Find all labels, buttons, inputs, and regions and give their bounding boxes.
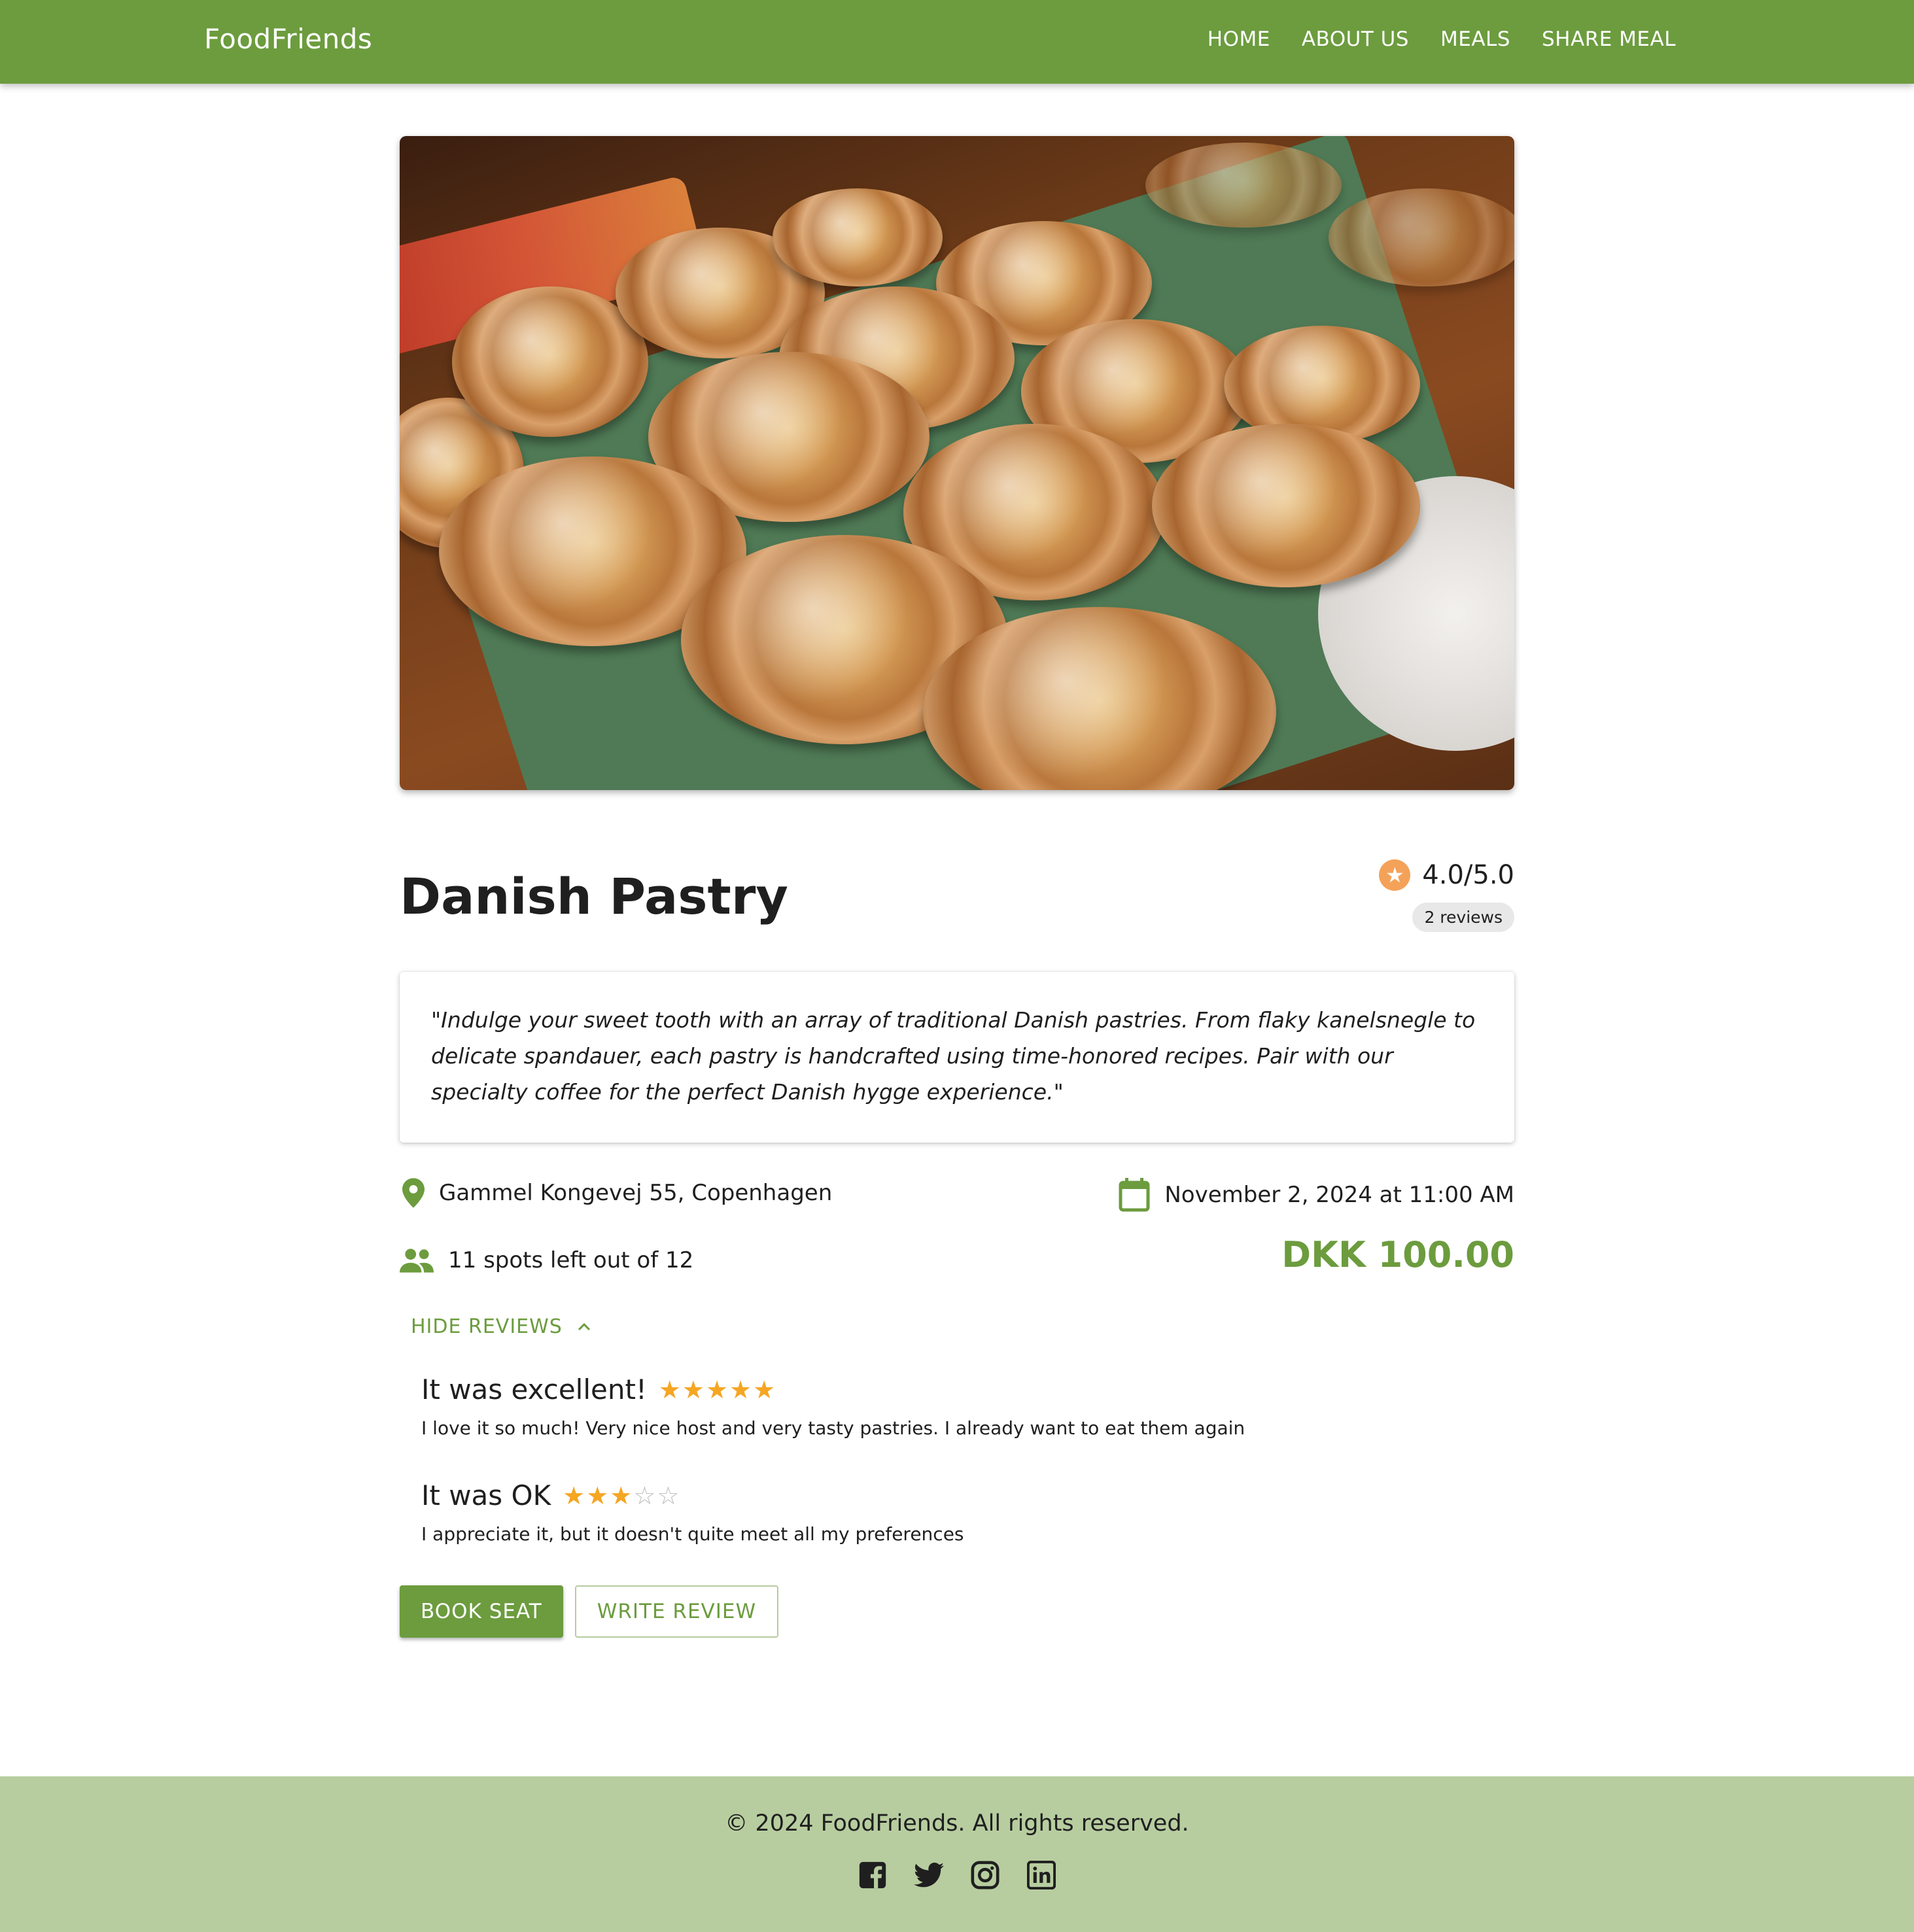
meal-info: Gammel Kongevej 55, Copenhagen November … bbox=[400, 1169, 1514, 1300]
social-links bbox=[0, 1860, 1914, 1890]
people-icon bbox=[400, 1249, 434, 1273]
twitter-icon[interactable] bbox=[914, 1860, 944, 1890]
rating-line: ★ 4.0/5.0 bbox=[1379, 855, 1514, 895]
review-stars: ★ ★ ★ ☆ ☆ bbox=[563, 1483, 679, 1508]
star-filled-icon: ★ bbox=[563, 1481, 585, 1510]
star-filled-icon: ★ bbox=[729, 1375, 752, 1404]
review-title: It was OK bbox=[421, 1479, 551, 1511]
instagram-icon[interactable] bbox=[970, 1860, 1000, 1890]
location-pin-icon bbox=[402, 1178, 425, 1208]
location-text: Gammel Kongevej 55, Copenhagen bbox=[439, 1180, 833, 1206]
hide-reviews-label: HIDE REVIEWS bbox=[411, 1315, 563, 1338]
nav-about-us[interactable]: ABOUT US bbox=[1286, 27, 1425, 51]
top-navbar: FoodFriends HOME ABOUT US MEALS SHARE ME… bbox=[0, 0, 1914, 84]
chevron-up-icon bbox=[578, 1322, 590, 1330]
meal-spots: 11 spots left out of 12 bbox=[400, 1247, 693, 1273]
meal-title: Danish Pastry bbox=[400, 867, 788, 925]
hide-reviews-toggle[interactable]: HIDE REVIEWS bbox=[411, 1315, 591, 1338]
star-filled-icon: ★ bbox=[610, 1481, 633, 1510]
review-text: I appreciate it, but it doesn't quite me… bbox=[421, 1523, 964, 1545]
meal-rating: ★ 4.0/5.0 2 reviews bbox=[1379, 855, 1514, 932]
star-filled-icon: ★ bbox=[586, 1481, 609, 1510]
meal-header: Danish Pastry ★ 4.0/5.0 2 reviews bbox=[400, 855, 1514, 940]
footer-copyright: © 2024 FoodFriends. All rights reserved. bbox=[725, 1810, 1189, 1837]
book-seat-button[interactable]: BOOK SEAT bbox=[400, 1585, 563, 1638]
star-empty-icon: ☆ bbox=[633, 1481, 656, 1510]
star-badge-icon: ★ bbox=[1379, 859, 1411, 891]
star-filled-icon: ★ bbox=[658, 1375, 681, 1404]
calendar-icon bbox=[1119, 1178, 1150, 1212]
review-header: It was excellent! ★ ★ ★ ★ ★ bbox=[421, 1373, 1514, 1406]
reviews-count-chip: 2 reviews bbox=[1412, 903, 1514, 932]
star-filled-icon: ★ bbox=[753, 1375, 776, 1404]
meal-image bbox=[400, 136, 1514, 790]
meal-description: "Indulge your sweet tooth with an array … bbox=[400, 972, 1514, 1143]
main-nav: HOME ABOUT US MEALS SHARE MEAL bbox=[1192, 0, 1692, 78]
review-header: It was OK ★ ★ ★ ☆ ☆ bbox=[421, 1479, 1514, 1511]
pastry-shape bbox=[1145, 143, 1342, 228]
review-stars: ★ ★ ★ ★ ★ bbox=[659, 1377, 775, 1402]
star-filled-icon: ★ bbox=[705, 1375, 729, 1404]
facebook-icon[interactable] bbox=[858, 1860, 888, 1890]
linkedin-icon[interactable] bbox=[1026, 1860, 1056, 1890]
meal-detail: Danish Pastry ★ 4.0/5.0 2 reviews "Indul… bbox=[400, 136, 1514, 1638]
review-title: It was excellent! bbox=[421, 1373, 647, 1406]
reviews-list: It was excellent! ★ ★ ★ ★ ★ I love it so… bbox=[421, 1373, 1514, 1545]
star-filled-icon: ★ bbox=[682, 1375, 705, 1404]
meal-actions: BOOK SEAT WRITE REVIEW bbox=[400, 1585, 1514, 1638]
footer: © 2024 FoodFriends. All rights reserved. bbox=[0, 1776, 1914, 1932]
nav-share-meal[interactable]: SHARE MEAL bbox=[1526, 27, 1692, 51]
meal-date: November 2, 2024 at 11:00 AM bbox=[1119, 1178, 1514, 1212]
meal-location: Gammel Kongevej 55, Copenhagen bbox=[402, 1178, 832, 1208]
nav-home[interactable]: HOME bbox=[1192, 27, 1286, 51]
review-text: I love it so much! Very nice host and ve… bbox=[421, 1417, 1245, 1439]
brand-logo[interactable]: FoodFriends bbox=[204, 0, 372, 78]
rating-value: 4.0/5.0 bbox=[1422, 860, 1514, 890]
pastry-shape bbox=[773, 188, 943, 286]
write-review-button[interactable]: WRITE REVIEW bbox=[574, 1585, 779, 1638]
pastry-shape bbox=[1329, 188, 1514, 286]
star-empty-icon: ☆ bbox=[657, 1481, 680, 1510]
pastry-shape bbox=[1152, 424, 1420, 587]
date-text: November 2, 2024 at 11:00 AM bbox=[1164, 1182, 1514, 1208]
meal-price: DKK 100.00 bbox=[1281, 1234, 1514, 1275]
nav-meals[interactable]: MEALS bbox=[1425, 27, 1526, 51]
spots-text: 11 spots left out of 12 bbox=[448, 1247, 694, 1273]
review-item: It was excellent! ★ ★ ★ ★ ★ I love it so… bbox=[421, 1373, 1514, 1439]
review-item: It was OK ★ ★ ★ ☆ ☆ I appreciate it, but… bbox=[421, 1479, 1514, 1545]
